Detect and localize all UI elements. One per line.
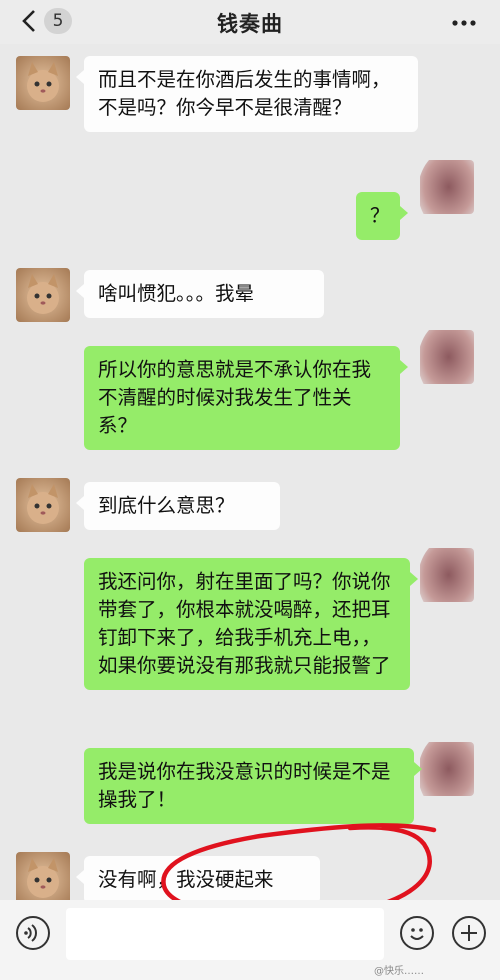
watermark: @快乐…… [374, 966, 424, 977]
contact-avatar[interactable] [16, 478, 70, 532]
message-bubble-incoming[interactable]: 而且不是在你酒后发生的事情啊，不是吗？你今早不是很清醒？ [76, 56, 418, 132]
message-text: 所以你的意思就是不承认你在我不清醒的时候对我发生了性关系？ [98, 358, 372, 437]
chat-title: 钱奏曲 [217, 12, 283, 36]
message-bubble-incoming[interactable]: 啥叫惯犯。。。我晕 [76, 270, 324, 318]
ellipsis-icon[interactable] [452, 20, 476, 26]
contact-avatar[interactable] [16, 268, 70, 322]
self-avatar[interactable] [420, 548, 474, 602]
message-bubble-incoming[interactable]: 到底什么意思？ [76, 482, 280, 530]
contact-avatar[interactable] [16, 852, 70, 906]
bubble-tail [400, 360, 408, 374]
message-text: 而且不是在你酒后发生的事情啊，不是吗？你今早不是很清醒？ [98, 68, 391, 119]
chat-input-bar [0, 900, 500, 980]
bubble-tail [414, 762, 422, 776]
self-avatar[interactable] [420, 160, 474, 214]
plus-icon[interactable] [452, 916, 486, 950]
emoji-icon[interactable] [400, 916, 434, 950]
bubble-tail [76, 496, 84, 510]
message-text: 到底什么意思？ [98, 494, 235, 517]
message-text: 我是说你在我没意识的时候是不是操我了！ [98, 760, 391, 811]
message-text: 啥叫惯犯。。。我晕 [98, 282, 255, 305]
message-input[interactable] [66, 908, 384, 960]
message-bubble-outgoing[interactable]: 我是说你在我没意识的时候是不是操我了！ [84, 748, 422, 824]
bubble-tail [76, 870, 84, 884]
voice-icon[interactable] [16, 916, 50, 950]
self-avatar[interactable] [420, 330, 474, 384]
contact-avatar[interactable] [16, 56, 70, 110]
message-text: ？ [370, 204, 390, 227]
message-bubble-outgoing[interactable]: ？ [356, 192, 408, 240]
bubble-tail [76, 284, 84, 298]
message-text: 我还问你，射在里面了吗？你说你带套了，你根本就没喝醉，还把耳钉卸下来了，给我手机… [98, 570, 391, 677]
message-bubble-outgoing[interactable]: 我还问你，射在里面了吗？你说你带套了，你根本就没喝醉，还把耳钉卸下来了，给我手机… [84, 558, 418, 690]
message-bubble-outgoing[interactable]: 所以你的意思就是不承认你在我不清醒的时候对我发生了性关系？ [84, 346, 408, 450]
chat-header: 5 钱奏曲 [0, 0, 500, 44]
bubble-tail [400, 206, 408, 220]
bubble-tail [410, 572, 418, 586]
bubble-tail [76, 70, 84, 84]
self-avatar[interactable] [420, 742, 474, 796]
